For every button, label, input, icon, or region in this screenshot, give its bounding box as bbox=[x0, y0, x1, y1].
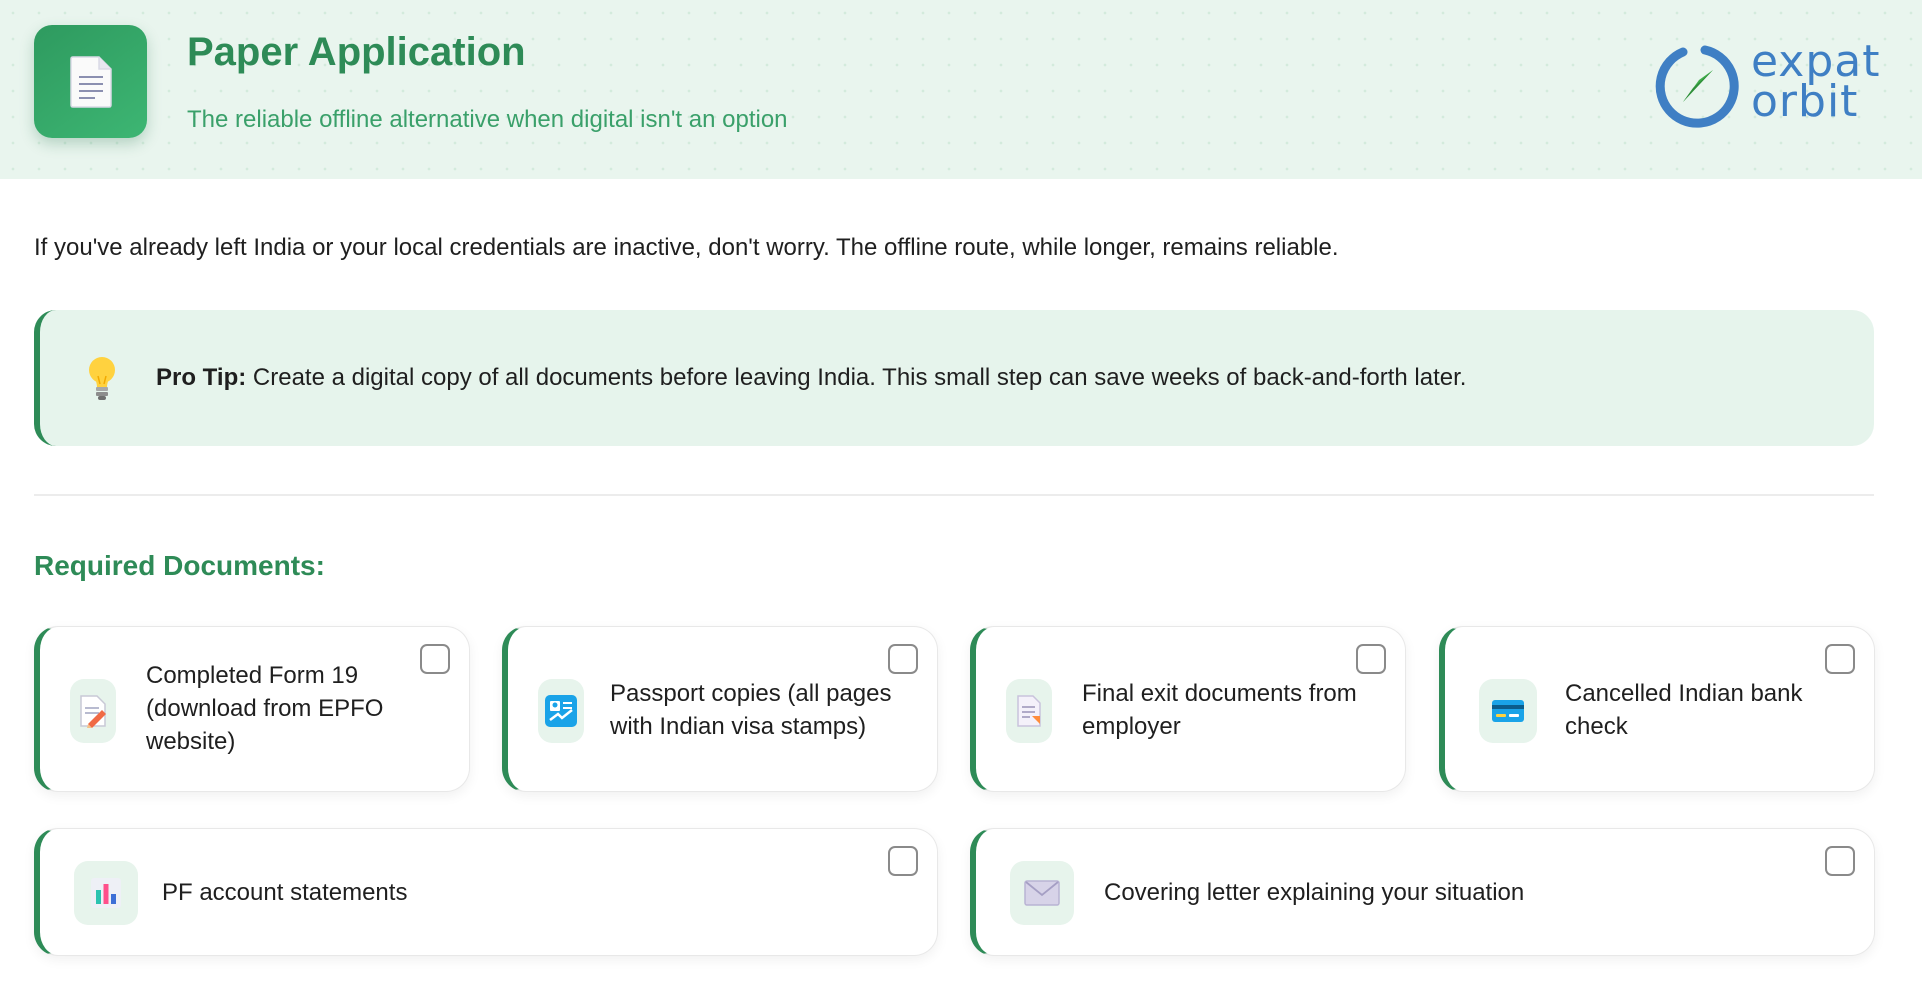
document-checkbox[interactable] bbox=[420, 644, 450, 674]
pro-tip-box: Pro Tip: Create a digital copy of all do… bbox=[34, 310, 1874, 446]
bar-chart-icon bbox=[74, 861, 138, 925]
form-pencil-icon bbox=[70, 679, 116, 743]
document-card-form-19[interactable]: Completed Form 19 (download from EPFO we… bbox=[34, 626, 470, 792]
page-header: Paper Application The reliable offline a… bbox=[0, 0, 1922, 179]
document-label: PF account statements bbox=[162, 879, 408, 906]
document-card-covering-letter[interactable]: Covering letter explaining your situatio… bbox=[970, 828, 1875, 956]
page-title: Paper Application bbox=[187, 30, 526, 74]
document-label: Completed Form 19 (download from EPFO we… bbox=[146, 662, 384, 755]
document-label: Covering letter explaining your situatio… bbox=[1104, 879, 1525, 906]
logo-line-2: orbit bbox=[1751, 76, 1859, 127]
document-card-exit-documents[interactable]: Final exit documents from employer bbox=[970, 626, 1406, 792]
required-documents-heading: Required Documents: bbox=[34, 550, 325, 581]
expat-orbit-logo[interactable]: expat orbit bbox=[1653, 40, 1885, 132]
document-card-passport[interactable]: Passport copies (all pages with Indian v… bbox=[502, 626, 938, 792]
document-checkbox[interactable] bbox=[888, 644, 918, 674]
page-subtitle: The reliable offline alternative when di… bbox=[187, 106, 788, 133]
pro-tip-label: Pro Tip: bbox=[156, 364, 247, 391]
document-checkbox[interactable] bbox=[1825, 846, 1855, 876]
bank-card-icon bbox=[1479, 679, 1537, 743]
pro-tip-text: Pro Tip: Create a digital copy of all do… bbox=[156, 364, 1466, 392]
exit-document-icon bbox=[1006, 679, 1052, 743]
document-label: Passport copies (all pages with Indian v… bbox=[610, 680, 892, 740]
intro-text: If you've already left India or your loc… bbox=[34, 234, 1339, 261]
document-checkbox[interactable] bbox=[1356, 644, 1386, 674]
document-card-bank-check[interactable]: Cancelled Indian bank check bbox=[1439, 626, 1875, 792]
passport-icon bbox=[538, 679, 584, 743]
document-card-pf-statements[interactable]: PF account statements bbox=[34, 828, 938, 956]
orbit-arrow-icon bbox=[1655, 45, 1739, 128]
document-label: Cancelled Indian bank check bbox=[1565, 680, 1803, 740]
lightbulb-icon bbox=[89, 357, 115, 400]
document-checkbox[interactable] bbox=[888, 846, 918, 876]
envelope-icon bbox=[1010, 861, 1074, 925]
section-divider bbox=[34, 494, 1874, 496]
document-label: Final exit documents from employer bbox=[1082, 680, 1357, 740]
pro-tip-body: Create a digital copy of all documents b… bbox=[246, 364, 1467, 391]
document-checkbox[interactable] bbox=[1825, 644, 1855, 674]
document-icon bbox=[34, 25, 147, 138]
logo-wordmark: expat orbit bbox=[1751, 40, 1880, 127]
